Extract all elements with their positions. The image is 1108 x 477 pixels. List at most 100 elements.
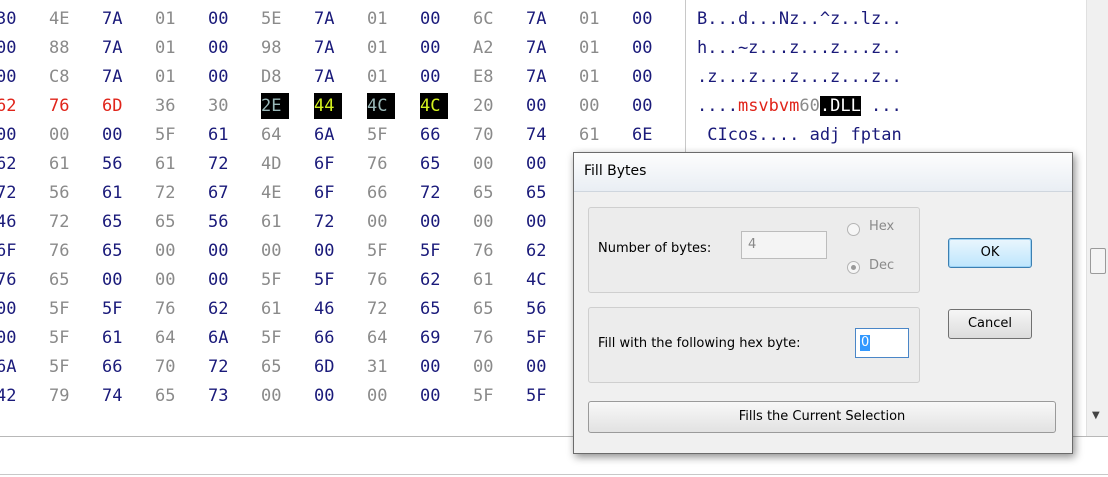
hex-byte[interactable]: 00 xyxy=(526,209,554,235)
hex-byte[interactable]: 67 xyxy=(208,180,236,206)
hex-byte[interactable]: 31 xyxy=(367,354,395,380)
hex-byte[interactable]: 6A xyxy=(208,325,236,351)
hex-byte[interactable]: 01 xyxy=(155,6,183,32)
hex-byte[interactable]: 62 xyxy=(526,238,554,264)
cancel-button[interactable]: Cancel xyxy=(948,309,1032,339)
fill-hex-byte-input[interactable]: 0 xyxy=(855,328,909,358)
hex-byte[interactable]: 00 xyxy=(473,151,501,177)
hex-byte[interactable]: 73 xyxy=(208,383,236,409)
hex-byte[interactable]: 6C xyxy=(473,6,501,32)
hex-byte[interactable]: A2 xyxy=(473,35,501,61)
hex-byte[interactable]: 62 xyxy=(420,267,448,293)
hex-byte[interactable]: 5F xyxy=(102,296,130,322)
hex-byte[interactable]: 56 xyxy=(102,151,130,177)
ok-button[interactable]: OK xyxy=(948,238,1032,268)
hex-byte[interactable]: 88 xyxy=(49,35,77,61)
hex-byte[interactable]: 00 xyxy=(367,383,395,409)
hex-byte[interactable]: 6A xyxy=(0,354,24,380)
hex-byte[interactable]: 00 xyxy=(102,122,130,148)
hex-byte[interactable]: 7A xyxy=(102,35,130,61)
hex-byte[interactable]: 61 xyxy=(473,267,501,293)
hex-byte[interactable]: 74 xyxy=(526,122,554,148)
hex-byte[interactable]: 72 xyxy=(49,209,77,235)
hex-byte[interactable]: 6F xyxy=(314,151,342,177)
hex-byte[interactable]: 7A xyxy=(314,35,342,61)
hex-byte[interactable]: 42 xyxy=(0,383,24,409)
hex-row[interactable]: 30 4E 7A 01 00 5E 7A 01 00 6C 7A 01 00 B...d...Nz..^z… xyxy=(0,6,1086,32)
hex-byte[interactable]: 00 xyxy=(49,122,77,148)
hex-byte[interactable]: 30 xyxy=(0,6,24,32)
hex-byte[interactable]: 01 xyxy=(579,6,607,32)
hex-byte[interactable]: 46 xyxy=(314,296,342,322)
hex-byte[interactable]: 61 xyxy=(49,151,77,177)
ascii-text[interactable]: CIcos.... adj fptan xyxy=(697,122,901,148)
hex-byte[interactable]: 65 xyxy=(420,296,448,322)
hex-byte[interactable]: 65 xyxy=(155,209,183,235)
hex-byte[interactable]: 00 xyxy=(420,383,448,409)
hex-byte[interactable]: 5F xyxy=(367,122,395,148)
number-of-bytes-input[interactable]: 4 xyxy=(741,231,827,259)
hex-byte[interactable]: 65 xyxy=(261,354,289,380)
hex-byte[interactable]: 70 xyxy=(155,354,183,380)
hex-byte[interactable]: 74 xyxy=(102,383,130,409)
hex-byte[interactable]: 56 xyxy=(208,209,236,235)
hex-byte[interactable]: 00 xyxy=(420,209,448,235)
fill-selection-button[interactable]: Fills the Current Selection xyxy=(588,401,1056,433)
hex-row[interactable]: 00 88 7A 01 00 98 7A 01 00 A2 7A 01 00 h...~z...z...z… xyxy=(0,35,1086,61)
hex-byte[interactable]: 79 xyxy=(49,383,77,409)
hex-byte[interactable]: 00 xyxy=(632,64,660,90)
hex-byte[interactable]: 6F xyxy=(0,238,24,264)
hex-byte[interactable]: 5F xyxy=(261,325,289,351)
hex-byte[interactable]: 65 xyxy=(49,267,77,293)
hex-byte[interactable]: 6A xyxy=(314,122,342,148)
hex-byte[interactable]: 00 xyxy=(0,35,24,61)
hex-byte[interactable]: 00 xyxy=(526,151,554,177)
hex-byte[interactable]: 5F xyxy=(526,325,554,351)
hex-byte[interactable]: 5F xyxy=(420,238,448,264)
hex-byte[interactable]: 62 xyxy=(0,151,24,177)
hex-byte[interactable]: 69 xyxy=(420,325,448,351)
hex-byte[interactable]: 01 xyxy=(579,35,607,61)
ascii-text[interactable]: .z...z...z...z...z.. xyxy=(697,64,902,90)
hex-byte[interactable]: 65 xyxy=(102,209,130,235)
hex-byte[interactable]: 7A xyxy=(314,64,342,90)
hex-byte[interactable]: 61 xyxy=(102,180,130,206)
hex-byte[interactable]: 5F xyxy=(49,354,77,380)
hex-byte[interactable]: 00 xyxy=(0,325,24,351)
hex-byte[interactable]: E8 xyxy=(473,64,501,90)
hex-byte[interactable]: 00 xyxy=(314,383,342,409)
ascii-text[interactable]: h...~z...z...z...z.. xyxy=(697,35,902,61)
hex-byte[interactable]: 6E xyxy=(632,122,660,148)
hex-byte[interactable]: 00 xyxy=(367,209,395,235)
hex-byte[interactable]: 00 xyxy=(420,35,448,61)
hex-byte[interactable]: 00 xyxy=(420,354,448,380)
hex-byte[interactable]: 6D xyxy=(102,93,130,119)
hex-byte[interactable]: 62 xyxy=(0,93,24,119)
hex-row[interactable]: 62 76 6D 36 30 2E 44 4C 4C 20 00 00 00 ....msvbvm60.D… xyxy=(0,93,1086,119)
hex-byte[interactable]: 65 xyxy=(102,238,130,264)
hex-byte[interactable]: 36 xyxy=(155,93,183,119)
hex-byte[interactable]: 00 xyxy=(420,64,448,90)
hex-byte[interactable]: 64 xyxy=(367,325,395,351)
hex-byte[interactable]: 76 xyxy=(0,267,24,293)
hex-byte[interactable]: 4C xyxy=(367,93,395,119)
hex-byte[interactable]: 61 xyxy=(579,122,607,148)
hex-byte[interactable]: 76 xyxy=(367,151,395,177)
dialog-titlebar[interactable]: Fill Bytes xyxy=(574,153,1072,192)
hex-byte[interactable]: 00 xyxy=(102,267,130,293)
hex-byte[interactable]: 65 xyxy=(473,180,501,206)
hex-byte[interactable]: D8 xyxy=(261,64,289,90)
hex-byte[interactable]: 46 xyxy=(0,209,24,235)
hex-byte[interactable]: 20 xyxy=(473,93,501,119)
hex-byte[interactable]: 30 xyxy=(208,93,236,119)
hex-byte[interactable]: 61 xyxy=(261,209,289,235)
hex-byte[interactable]: 00 xyxy=(473,209,501,235)
hex-byte[interactable]: 01 xyxy=(155,35,183,61)
hex-byte[interactable]: 4C xyxy=(420,93,448,119)
hex-byte[interactable]: 01 xyxy=(367,6,395,32)
hex-byte[interactable]: 5E xyxy=(261,6,289,32)
hex-byte[interactable]: 00 xyxy=(0,122,24,148)
hex-byte[interactable]: 65 xyxy=(473,296,501,322)
hex-byte[interactable]: 00 xyxy=(261,383,289,409)
scroll-down-arrow-icon[interactable]: ▼ xyxy=(1092,410,1100,421)
